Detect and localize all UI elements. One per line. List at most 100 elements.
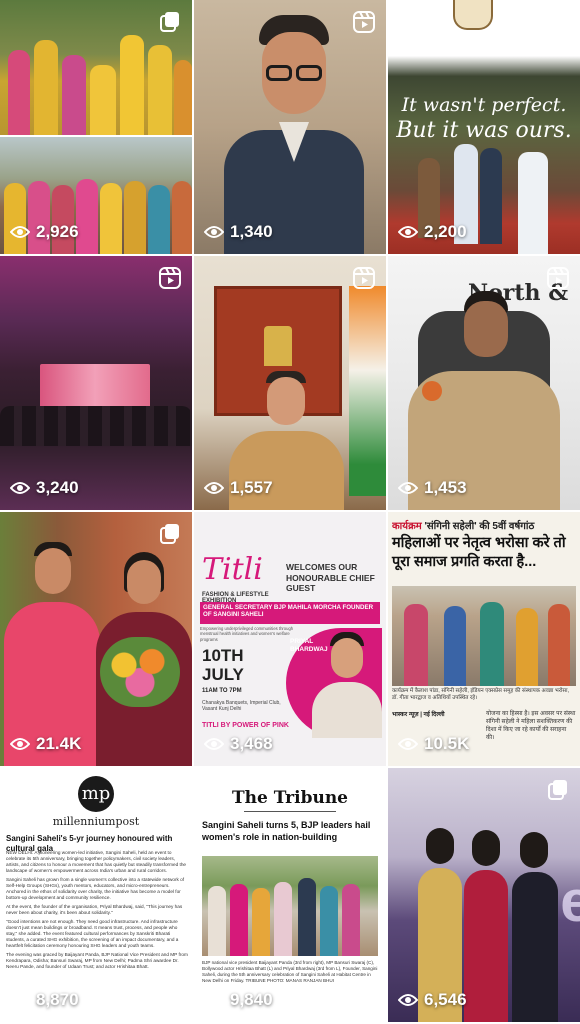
overlay-line-1: It wasn't perfect. xyxy=(401,94,567,116)
guest-name: PRIYAL BHARDWAJ xyxy=(290,638,328,654)
event-date-month: JULY xyxy=(202,665,244,684)
article-paragraph-5: The evening was graced by Baijayant Pand… xyxy=(6,952,188,970)
eye-icon xyxy=(10,994,30,1006)
view-count-label: 1,453 xyxy=(424,478,467,497)
reel-icon xyxy=(547,267,569,289)
role-text: GENERAL SECRETARY BJP MAHILA MORCHA FOUN… xyxy=(203,604,374,619)
post-tile-2[interactable]: 1,340 xyxy=(194,0,386,254)
stage-screen xyxy=(40,364,150,409)
article-paragraph-4: "Good intentions are not enough. They ne… xyxy=(6,919,179,949)
article-paragraph-2: Sangini Saheli has grown from a single w… xyxy=(6,877,185,901)
kicker-rest: 'संगिनी सहेली' की 5वीं वर्षगांठ xyxy=(424,521,535,532)
tribune-caption: BJP national vice president Baijayant Pa… xyxy=(202,960,378,983)
tribune-masthead: The Tribune xyxy=(232,788,348,808)
view-count-label: 6,546 xyxy=(424,990,467,1009)
national-emblem-icon xyxy=(264,326,292,366)
eye-icon xyxy=(398,226,418,238)
column-dateline: भास्कर न्यूज़ | नई दिल्ली xyxy=(392,712,445,718)
woman-left-figure xyxy=(4,542,100,766)
view-count-label: 2,926 xyxy=(36,222,79,241)
post-tile-12[interactable]: se 6,546 xyxy=(388,768,580,1022)
view-count: 2,200 xyxy=(398,222,467,242)
eye-icon xyxy=(204,226,224,238)
post-tile-10[interactable]: mp millenniumpost Sangini Saheli's 5-yr … xyxy=(0,768,192,1022)
view-count-label: 1,557 xyxy=(230,478,273,497)
carousel-icon xyxy=(548,780,567,800)
post-tile-9[interactable]: कार्यक्रम 'संगिनी सहेली' की 5वीं वर्षगां… xyxy=(388,512,580,766)
post-tile-11[interactable]: The Tribune Sangini Saheli turns 5, BJP … xyxy=(194,768,386,1022)
view-count: 3,468 xyxy=(204,734,273,754)
eye-icon xyxy=(204,994,224,1006)
clip-headline: महिलाओं पर नेतृत्व भरोसा करे तो पूरा समा… xyxy=(392,535,566,570)
tribune-headline: Sangini Saheli turns 5, BJP leaders hail… xyxy=(202,820,371,842)
clip-photo xyxy=(392,586,576,686)
eye-icon xyxy=(204,738,224,750)
audience-silhouettes xyxy=(0,406,192,446)
masthead: millenniumpost xyxy=(52,815,140,828)
article-paragraph-3: At the event, the founder of the organis… xyxy=(6,904,183,916)
flag-icon xyxy=(349,286,386,496)
poster-footer: TITLI BY POWER OF PINK xyxy=(202,722,289,729)
reel-icon xyxy=(159,267,181,289)
post-tile-4[interactable]: 3,240 xyxy=(0,256,192,510)
post-tile-8[interactable]: Titli FASHION & LIFESTYLE EXHIBITION WEL… xyxy=(194,512,386,766)
view-count: 10.5K xyxy=(398,734,469,754)
view-count-label: 9,840 xyxy=(230,990,273,1009)
view-count: 2,926 xyxy=(10,222,79,242)
view-count-label: 2,200 xyxy=(424,222,467,241)
view-count-label: 8,870 xyxy=(36,990,79,1009)
clip-column-right: योजना का हिस्सा है। इस अवसर पर संस्था सं… xyxy=(486,711,576,742)
reel-icon xyxy=(353,267,375,289)
view-count: 1,340 xyxy=(204,222,273,242)
eye-icon xyxy=(398,482,418,494)
event-venue: Chanakya Banquets, Imperial Club, Vasant… xyxy=(202,700,281,713)
carousel-icon xyxy=(160,12,179,32)
carousel-icon xyxy=(160,524,179,544)
kicker-label: कार्यक्रम xyxy=(392,521,422,532)
eye-icon xyxy=(10,226,30,238)
reel-icon xyxy=(353,11,375,33)
titli-logo: Titli xyxy=(202,552,263,587)
post-tile-3[interactable]: It wasn't perfect. But it was ours. 2,20… xyxy=(388,0,580,254)
eye-icon xyxy=(204,482,224,494)
event-time: 11AM TO 7PM xyxy=(202,688,242,694)
view-count: 8,870 xyxy=(10,990,79,1010)
post-tile-5[interactable]: 1,557 xyxy=(194,256,386,510)
eye-icon xyxy=(398,994,418,1006)
speaker-figure xyxy=(224,10,364,254)
view-count: 3,240 xyxy=(10,478,79,498)
view-count: 21.4K xyxy=(10,734,81,754)
bouquet xyxy=(100,637,180,707)
women-figures-bottom xyxy=(0,175,192,254)
view-count-label: 1,340 xyxy=(230,222,273,241)
eye-icon xyxy=(398,738,418,750)
view-count-label: 10.5K xyxy=(424,734,470,753)
post-tile-6[interactable]: North & 1,453 xyxy=(388,256,580,510)
view-count: 1,453 xyxy=(398,478,467,498)
view-count: 9,840 xyxy=(204,990,273,1010)
event-date-day: 10TH xyxy=(202,646,244,665)
overlay-caption: It wasn't perfect. But it was ours. xyxy=(388,94,580,143)
view-count: 1,557 xyxy=(204,478,273,498)
clip-caption: कार्यक्रम में कैलाश पांडा, संगिनी सहेली,… xyxy=(392,688,570,702)
article-body: NEW DELHI: A pioneering women-led initia… xyxy=(6,850,188,970)
post-grid: 2,926 1,340 It wasn't perfect. But it wa… xyxy=(0,0,580,1024)
role-banner: GENERAL SECRETARY BJP MAHILA MORCHA FOUN… xyxy=(200,602,380,624)
view-count-label: 3,468 xyxy=(230,734,273,753)
article-paragraph-1: NEW DELHI: A pioneering women-led initia… xyxy=(6,850,187,874)
chandelier-icon xyxy=(453,0,493,30)
women-figures-top xyxy=(0,20,192,135)
clip-kicker: कार्यक्रम 'संगिनी सहेली' की 5वीं वर्षगां… xyxy=(392,518,578,532)
view-count: 6,546 xyxy=(398,990,467,1010)
reel-icon xyxy=(547,11,569,33)
poster-headline: WELCOMES OUR HONOURABLE CHIEF GUEST xyxy=(286,562,375,594)
view-count-label: 21.4K xyxy=(36,734,82,753)
eye-icon xyxy=(10,482,30,494)
tribune-photo xyxy=(202,856,378,956)
role-description: Empowering underprivileged communities t… xyxy=(200,626,294,642)
post-tile-1[interactable]: 2,926 xyxy=(0,0,192,254)
mp-logo-icon: mp xyxy=(78,776,114,812)
view-count-label: 3,240 xyxy=(36,478,79,497)
eye-icon xyxy=(10,738,30,750)
post-tile-7[interactable]: 21.4K xyxy=(0,512,192,766)
